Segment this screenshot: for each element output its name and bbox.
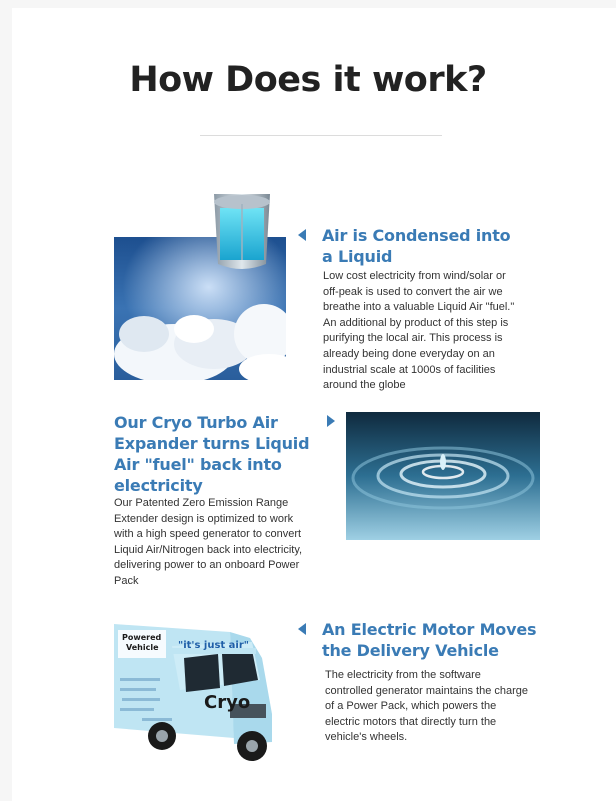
step-3-body: The electricity from the software contro… <box>325 669 529 744</box>
step-2-heading: Our Cryo Turbo Air Expander turns Liquid… <box>114 413 310 495</box>
right-arrow-icon <box>327 415 335 427</box>
left-arrow-icon <box>298 623 306 635</box>
cryo-delivery-truck-image: Powered Vehicle "it's just air" Cryo <box>112 618 282 766</box>
step-1-heading: Air is Condensed into a Liquid <box>322 226 511 266</box>
truck-badge-line-2: Vehicle <box>126 643 159 652</box>
truck-badge-line-1: Powered <box>122 633 162 642</box>
title-divider <box>200 135 442 136</box>
truck-slogan: "it's just air" <box>178 640 249 651</box>
sky-clouds-image <box>114 194 286 380</box>
truck-brand: Cryo <box>204 692 250 713</box>
step-2-body: Our Patented Zero Emission Range Extende… <box>114 497 303 587</box>
step-1-body: Low cost electricity from wind/solar or … <box>323 270 515 392</box>
page-title: How Does it work? <box>129 60 487 100</box>
left-arrow-icon <box>298 229 306 241</box>
water-droplet-image <box>346 412 540 540</box>
step-3-heading: An Electric Motor Moves the Delivery Veh… <box>322 620 537 660</box>
